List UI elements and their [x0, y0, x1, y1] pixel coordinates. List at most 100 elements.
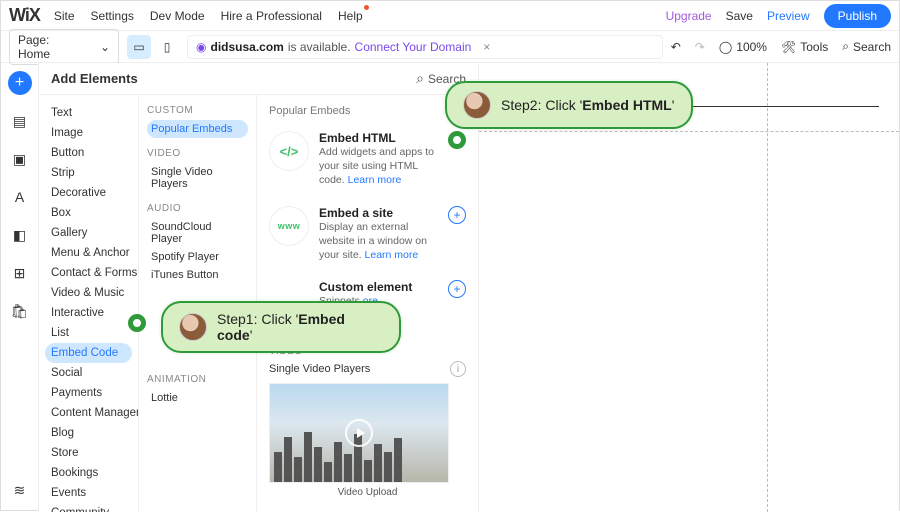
sub-head-custom: CUSTOM: [147, 105, 248, 116]
save-button[interactable]: Save: [726, 9, 753, 23]
panel-header: Add Elements Search: [39, 63, 478, 95]
tools-button[interactable]: 🛠 Tools: [781, 40, 828, 54]
embed-site-row[interactable]: www Embed a site Display an external web…: [269, 206, 466, 263]
sub-soundcloud[interactable]: SoundCloud Player: [147, 218, 248, 248]
cat-box[interactable]: Box: [45, 203, 132, 223]
step1-marker: [128, 314, 146, 332]
step1-callout: Step1: Click 'Embed code': [161, 301, 401, 353]
close-icon[interactable]: ×: [483, 40, 490, 54]
step2-suffix: ': [672, 97, 675, 113]
rail-store-icon[interactable]: 🛍: [8, 299, 32, 323]
content-video-row: Single Video Players i: [269, 361, 466, 377]
rail-apps-icon[interactable]: ◧: [8, 223, 32, 247]
cat-contact[interactable]: Contact & Forms: [45, 263, 132, 283]
sub-itunes[interactable]: iTunes Button: [147, 266, 248, 284]
step2-marker: [448, 131, 466, 149]
rail-pages-icon[interactable]: ▤: [8, 109, 32, 133]
sub-head-audio: AUDIO: [147, 203, 248, 214]
cat-bookings[interactable]: Bookings: [45, 463, 132, 483]
info-icon[interactable]: i: [450, 361, 466, 377]
add-embed-site-button[interactable]: +: [448, 206, 466, 224]
sub-spotify[interactable]: Spotify Player: [147, 248, 248, 266]
step2-callout: Step2: Click 'Embed HTML': [445, 81, 693, 129]
cat-payments[interactable]: Payments: [45, 383, 132, 403]
embed-html-title: Embed HTML: [319, 131, 438, 145]
chevron-down-icon: ⌄: [100, 40, 110, 54]
rail-text-icon[interactable]: A: [8, 185, 32, 209]
menu-help[interactable]: Help: [338, 9, 363, 23]
add-elements-button[interactable]: +: [8, 71, 32, 95]
single-video-label: Single Video Players: [269, 363, 370, 375]
left-rail: + ▤ ▣ A ◧ ⊞ 🛍 ≋: [1, 63, 39, 512]
panel-title: Add Elements: [51, 71, 138, 86]
content-section-title: Popular Embeds: [269, 105, 466, 117]
embed-html-learn[interactable]: Learn more: [348, 174, 402, 186]
desktop-view-button[interactable]: ▭: [127, 35, 151, 59]
cat-gallery[interactable]: Gallery: [45, 223, 132, 243]
domain-status: is available.: [288, 40, 351, 54]
cat-image[interactable]: Image: [45, 123, 132, 143]
avatar-icon: [179, 313, 207, 341]
menu-hire[interactable]: Hire a Professional: [221, 9, 322, 23]
cat-video[interactable]: Video & Music: [45, 283, 132, 303]
cat-content-manager[interactable]: Content Manager: [45, 403, 132, 423]
wrench-icon: 🛠: [781, 40, 796, 54]
top-right-actions: Upgrade Save Preview Publish: [666, 4, 891, 28]
cat-menu[interactable]: Menu & Anchor: [45, 243, 132, 263]
device-switch: ▭ ▯: [127, 35, 179, 59]
menu-devmode[interactable]: Dev Mode: [150, 9, 205, 23]
cat-list[interactable]: List: [45, 323, 132, 343]
add-elements-panel: Add Elements Search Text Image Button St…: [39, 63, 479, 512]
sub-lottie[interactable]: Lottie: [147, 389, 248, 407]
embed-html-row[interactable]: </> Embed HTML Add widgets and apps to y…: [269, 131, 466, 188]
add-custom-element-button[interactable]: +: [448, 280, 466, 298]
mobile-view-button[interactable]: ▯: [155, 35, 179, 59]
sub-single-video[interactable]: Single Video Players: [147, 163, 248, 193]
app-topbar: WiX Site Settings Dev Mode Hire a Profes…: [1, 1, 899, 31]
connect-domain-link[interactable]: Connect Your Domain: [355, 40, 472, 54]
play-icon: [345, 419, 373, 447]
cat-text[interactable]: Text: [45, 103, 132, 123]
menu-site[interactable]: Site: [54, 9, 75, 23]
page-value: Home: [18, 47, 50, 61]
publish-button[interactable]: Publish: [824, 4, 891, 28]
domain-name: didsusa.com: [210, 40, 283, 54]
cat-embed-code[interactable]: Embed Code: [45, 343, 132, 363]
cat-strip[interactable]: Strip: [45, 163, 132, 183]
cat-social[interactable]: Social: [45, 363, 132, 383]
sub-popular-embeds[interactable]: Popular Embeds: [147, 120, 248, 138]
menu-settings[interactable]: Settings: [91, 9, 134, 23]
rail-media-icon[interactable]: ⊞: [8, 261, 32, 285]
cat-decorative[interactable]: Decorative: [45, 183, 132, 203]
zoom-control[interactable]: ◯ 100%: [719, 40, 767, 54]
cat-interactive[interactable]: Interactive: [45, 303, 132, 323]
cat-store[interactable]: Store: [45, 443, 132, 463]
search-icon: ⌕: [842, 39, 849, 54]
tools-label: Tools: [800, 40, 828, 54]
editor-main: + ▤ ▣ A ◧ ⊞ 🛍 ≋ Add Elements Search Text…: [1, 63, 899, 512]
thumb-caption: Video Upload: [269, 487, 466, 498]
cat-button[interactable]: Button: [45, 143, 132, 163]
cat-events[interactable]: Events: [45, 483, 132, 503]
editor-canvas[interactable]: [479, 63, 899, 512]
undo-button[interactable]: ↶: [671, 40, 681, 54]
rail-design-icon[interactable]: ▣: [8, 147, 32, 171]
step2-prefix: Step2: Click ': [501, 97, 582, 113]
upgrade-link[interactable]: Upgrade: [666, 9, 712, 23]
category-column: Text Image Button Strip Decorative Box G…: [39, 95, 139, 512]
preview-button[interactable]: Preview: [767, 9, 810, 23]
wix-logo: WiX: [9, 5, 40, 26]
page-selector[interactable]: Page: Home ⌄: [9, 29, 119, 65]
canvas-horizontal-guide: [479, 131, 899, 132]
search-button[interactable]: ⌕Search: [842, 39, 891, 54]
domain-bar[interactable]: ◉ didsusa.com is available. Connect Your…: [187, 35, 663, 59]
avatar-icon: [463, 91, 491, 119]
embed-site-title: Embed a site: [319, 206, 434, 220]
rail-layers-icon[interactable]: ≋: [8, 478, 32, 502]
zoom-value: 100%: [736, 40, 767, 54]
redo-button[interactable]: ↷: [695, 40, 705, 54]
video-thumbnail[interactable]: [269, 383, 449, 483]
zoom-icon: ◯: [719, 40, 732, 54]
cat-blog[interactable]: Blog: [45, 423, 132, 443]
embed-site-learn[interactable]: Learn more: [365, 249, 419, 261]
